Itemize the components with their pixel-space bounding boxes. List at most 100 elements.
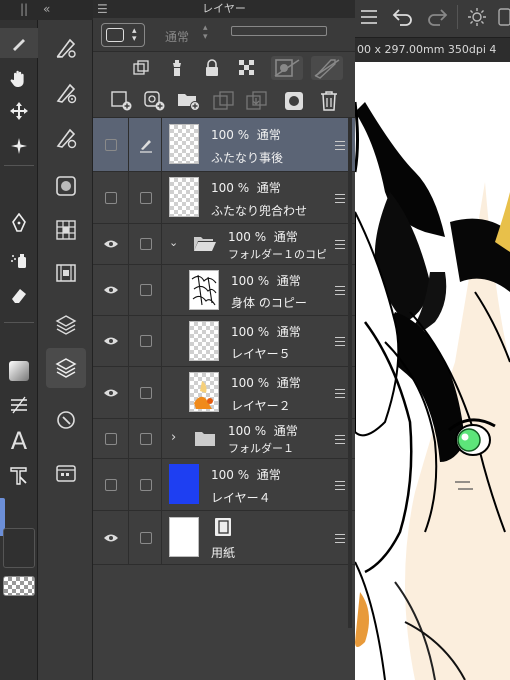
reference-layer-icon[interactable] <box>169 59 185 77</box>
navigator-icon[interactable] <box>46 400 86 440</box>
eye-icon[interactable] <box>93 511 129 564</box>
tool-property-icon[interactable] <box>46 28 86 68</box>
layer-thumbnail <box>169 124 199 164</box>
layer-drag-handle[interactable] <box>335 389 345 398</box>
layer-lock-toggle[interactable] <box>130 172 162 223</box>
layer-drag-handle[interactable] <box>335 240 345 249</box>
more-icon[interactable] <box>497 6 510 28</box>
eye-icon[interactable] <box>93 265 129 315</box>
color-set-icon[interactable] <box>46 210 86 250</box>
layer-list-empty-area <box>93 565 355 680</box>
layer-row[interactable]: 100 % 通常 レイヤー２ <box>93 367 355 419</box>
magic-icon[interactable] <box>0 131 38 161</box>
drawing-canvas[interactable] <box>355 62 510 680</box>
redo-icon[interactable] <box>425 6 449 28</box>
layer-row[interactable]: 100 % 通常 身体 のコピー <box>93 265 355 316</box>
folder-row[interactable]: › 100 % 通常 フォルダー１ <box>93 419 355 459</box>
tool-palette-grip[interactable]: || <box>20 2 28 16</box>
layer-visibility-toggle[interactable] <box>93 118 129 171</box>
layer-visibility-toggle[interactable] <box>93 172 129 223</box>
layer-thumbnail <box>189 321 219 361</box>
lock-transparent-icon[interactable] <box>238 59 256 77</box>
timeline-icon[interactable] <box>46 453 86 493</box>
layer-color-button[interactable]: ▴ ▾ <box>101 23 145 47</box>
layer-lock-toggle[interactable] <box>130 367 162 418</box>
spray-icon[interactable] <box>0 245 38 275</box>
merge-down-icon[interactable] <box>246 91 268 111</box>
transparent-color-swatch[interactable] <box>3 576 35 596</box>
eraser-icon[interactable] <box>0 280 38 310</box>
lock-icon[interactable] <box>205 59 219 77</box>
transfer-down-icon[interactable] <box>213 91 235 111</box>
layer-lock-toggle[interactable] <box>130 224 162 264</box>
layer-name: ふたなり兜合わせ <box>211 204 308 218</box>
layer-drag-handle[interactable] <box>335 286 345 295</box>
layer-opacity-mode: 100 % 通常 <box>211 128 281 142</box>
layer-lock-toggle[interactable] <box>130 511 162 564</box>
undo-icon[interactable] <box>391 6 415 28</box>
collapse-icon[interactable]: « <box>43 2 50 16</box>
layer-drag-handle[interactable] <box>335 481 345 490</box>
color-circle-icon[interactable] <box>46 166 86 206</box>
new-vector-layer-icon[interactable] <box>144 91 166 111</box>
layer-panel-icon[interactable] <box>46 348 86 388</box>
brush-size-icon[interactable] <box>46 118 86 158</box>
layer-scrollbar[interactable] <box>348 118 352 628</box>
operation-icon[interactable] <box>0 461 38 491</box>
brush-icon[interactable] <box>0 28 38 58</box>
layer-toolbar-1 <box>93 52 355 84</box>
menu-icon[interactable] <box>359 6 379 28</box>
eye-icon[interactable] <box>93 367 129 418</box>
color-slot[interactable] <box>3 528 35 568</box>
eye-icon[interactable] <box>93 316 129 366</box>
move-icon[interactable] <box>0 96 38 126</box>
layer-opacity-mode: 100 % 通常 <box>231 274 301 288</box>
layer-thumbnail <box>169 517 199 557</box>
ruler-icon[interactable] <box>0 390 38 420</box>
layer-property-icon[interactable] <box>46 305 86 345</box>
settings-icon[interactable] <box>465 6 489 28</box>
fill-icon[interactable] <box>0 356 38 386</box>
layer-drag-handle[interactable] <box>335 141 345 150</box>
layer-lock-toggle[interactable] <box>130 459 162 510</box>
folder-row[interactable]: ⌄ 100 % 通常 フォルダー１のコピー <box>93 224 355 265</box>
layer-visibility-toggle[interactable] <box>93 419 129 458</box>
opacity-slider[interactable] <box>231 26 327 36</box>
layer-drag-handle[interactable] <box>335 534 345 543</box>
animation-icon[interactable] <box>46 253 86 293</box>
layer-drag-handle[interactable] <box>335 194 345 203</box>
layer-lock-toggle[interactable] <box>130 419 162 458</box>
brush-settings-icon[interactable] <box>46 73 86 113</box>
layer-row[interactable]: 100 % 通常 レイヤー５ <box>93 316 355 367</box>
layer-visibility-toggle[interactable] <box>93 459 129 510</box>
layer-drag-handle[interactable] <box>335 337 345 346</box>
text-icon[interactable]: A <box>0 426 38 456</box>
folder-open-icon <box>193 235 217 253</box>
eye-icon[interactable] <box>93 224 129 264</box>
new-folder-icon[interactable] <box>177 91 201 111</box>
layer-row[interactable]: 100 % 通常 ふたなり事後 <box>93 118 355 172</box>
layer-row[interactable]: 100 % 通常 ふたなり兜合わせ <box>93 172 355 224</box>
layer-drag-handle[interactable] <box>335 435 345 444</box>
pen-icon[interactable] <box>0 208 38 238</box>
chevron-right-icon[interactable]: › <box>171 430 176 445</box>
edit-target-icon[interactable] <box>130 118 162 171</box>
layer-mask-icon[interactable] <box>284 91 304 111</box>
clip-icon[interactable] <box>133 60 149 76</box>
layer-row[interactable]: 100 % 通常 レイヤー４ <box>93 459 355 511</box>
hand-icon[interactable] <box>0 64 38 94</box>
layer-name: ふたなり事後 <box>211 151 284 165</box>
ruler-disabled-icon[interactable] <box>311 56 343 80</box>
chevron-down-icon[interactable]: ⌄ <box>169 236 178 249</box>
mask-disabled-icon[interactable] <box>271 56 303 80</box>
layer-name: レイヤー４ <box>211 491 271 505</box>
layer-name: レイヤー２ <box>231 399 291 413</box>
blend-mode-label[interactable]: 通常 <box>165 28 189 45</box>
blend-mode-stepper[interactable]: ▴ ▾ <box>203 24 208 42</box>
delete-layer-icon[interactable] <box>320 90 338 112</box>
layer-lock-toggle[interactable] <box>130 265 162 315</box>
panel-menu-icon[interactable]: ☰ <box>97 3 108 15</box>
layer-lock-toggle[interactable] <box>130 316 162 366</box>
paper-row[interactable]: 用紙 <box>93 511 355 565</box>
new-raster-layer-icon[interactable] <box>111 91 133 111</box>
